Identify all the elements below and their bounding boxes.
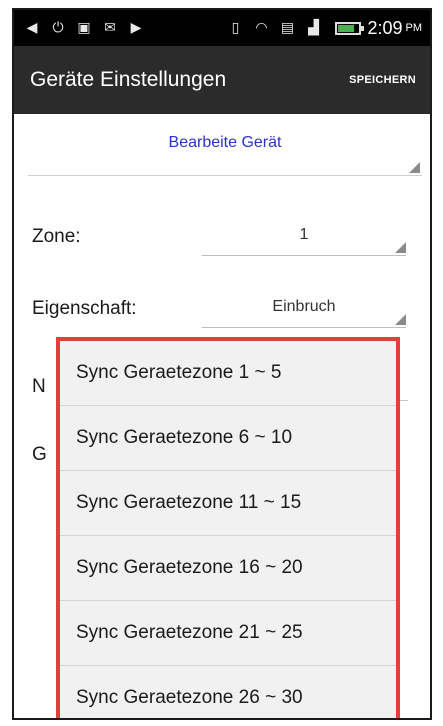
clock-ampm: PM bbox=[405, 22, 423, 34]
property-label: Eigenschaft: bbox=[32, 298, 137, 319]
vibrate-icon: ▯ bbox=[231, 20, 240, 36]
signal-icon: ▟ bbox=[308, 20, 319, 36]
phone-screen: ◀ ⏻ ▣ ✉ ▶ ▯ ◠ ▤ ▟ 2:09 PM Geräte Einstel… bbox=[12, 8, 432, 720]
dropdown-item[interactable]: Sync Geraetezone 16 ~ 20 bbox=[60, 536, 396, 601]
obscured-name-label: N bbox=[32, 376, 46, 397]
zone-label: Zone: bbox=[32, 226, 81, 247]
app-icon: ◀ bbox=[26, 20, 38, 36]
obscured-group-label: G bbox=[32, 444, 47, 465]
mail-icon: ✉ bbox=[104, 20, 116, 36]
dropdown-item[interactable]: Sync Geraetezone 6 ~ 10 bbox=[60, 406, 396, 471]
zone-spinner[interactable]: 1 bbox=[202, 226, 406, 256]
dropdown-item[interactable]: Sync Geraetezone 21 ~ 25 bbox=[60, 601, 396, 666]
dropdown-arrow-icon bbox=[395, 242, 406, 253]
zone-row: Zone: 1 bbox=[32, 226, 416, 274]
wifi-icon: ◠ bbox=[255, 20, 268, 36]
action-bar: Geräte Einstellungen SPEICHERN bbox=[14, 46, 430, 114]
battery-icon bbox=[335, 21, 365, 35]
property-spinner[interactable]: Einbruch bbox=[202, 298, 406, 328]
device-selector-label: Bearbeite Gerät bbox=[168, 134, 282, 151]
store-icon: ▶ bbox=[130, 20, 142, 36]
image-icon: ▣ bbox=[77, 20, 91, 36]
dropdown-item[interactable]: Sync Geraetezone 26 ~ 30 bbox=[60, 666, 396, 718]
status-right: ▯ ◠ ▤ ▟ 2:09 PM bbox=[225, 18, 422, 39]
zone-value: 1 bbox=[299, 226, 309, 243]
dropdown-item[interactable]: Sync Geraetezone 1 ~ 5 bbox=[60, 341, 396, 406]
page-title: Geräte Einstellungen bbox=[30, 68, 227, 91]
clock: 2:09 bbox=[367, 17, 403, 38]
dropdown-item[interactable]: Sync Geraetezone 11 ~ 15 bbox=[60, 471, 396, 536]
dropdown-arrow-icon bbox=[395, 314, 406, 325]
sync-zone-dropdown: Sync Geraetezone 1 ~ 5 Sync Geraetezone … bbox=[56, 337, 400, 718]
device-selector-spinner[interactable]: Bearbeite Gerät bbox=[28, 134, 422, 176]
save-button[interactable]: SPEICHERN bbox=[349, 74, 416, 86]
property-value: Einbruch bbox=[272, 298, 336, 315]
dropdown-arrow-icon bbox=[409, 162, 420, 173]
alarm-icon: ⏻ bbox=[52, 20, 64, 36]
status-bar: ◀ ⏻ ▣ ✉ ▶ ▯ ◠ ▤ ▟ 2:09 PM bbox=[14, 10, 430, 46]
cast-icon: ▤ bbox=[280, 20, 295, 36]
